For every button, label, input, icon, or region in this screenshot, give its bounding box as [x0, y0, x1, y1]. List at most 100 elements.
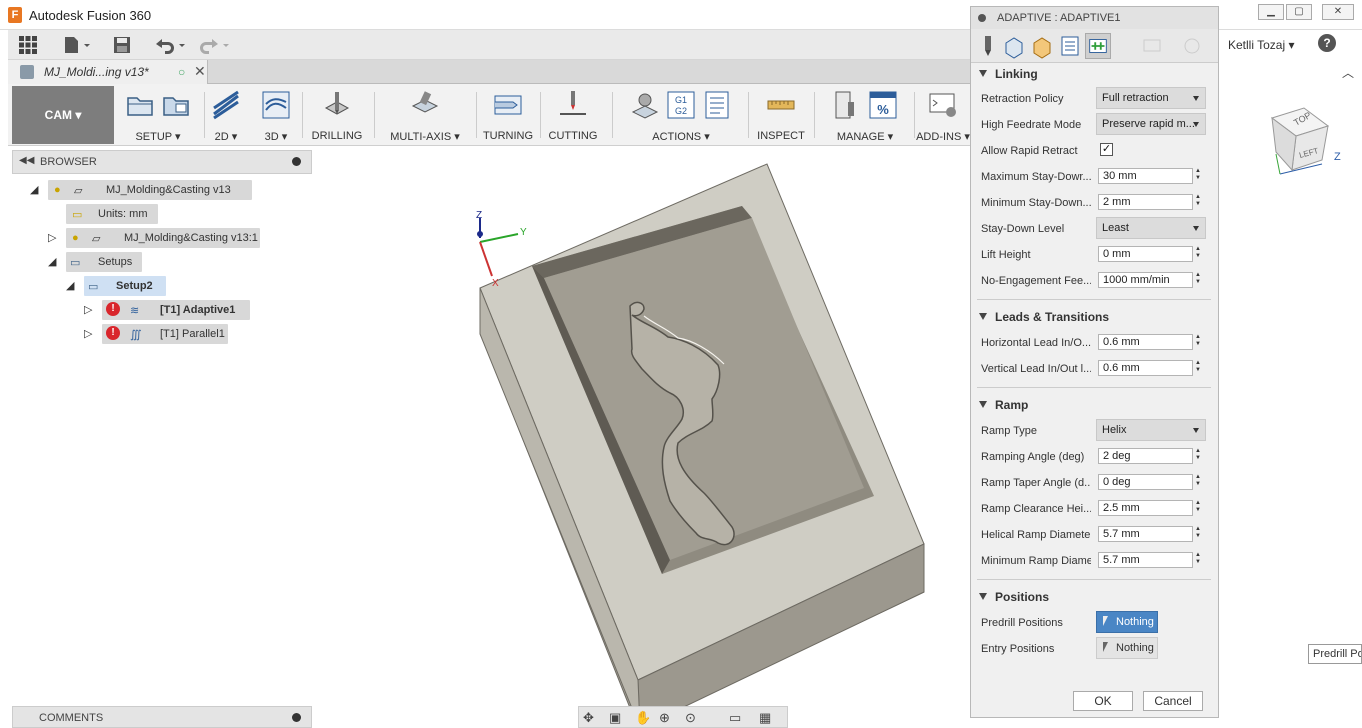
tab-passes-icon[interactable] — [1057, 33, 1083, 59]
tree-label: [T1] Adaptive1 — [160, 304, 236, 316]
section-positions[interactable]: Positions — [979, 590, 1049, 604]
tree-node-setups[interactable]: ◢ ▭ Setups — [48, 252, 168, 272]
close-window-button[interactable]: ✕ — [1322, 4, 1354, 20]
browser-header[interactable]: ◀◀ BROWSER — [12, 150, 312, 174]
entry-positions-selector[interactable]: Nothing — [1096, 637, 1158, 659]
help-icon[interactable]: ? — [1318, 34, 1336, 52]
file-menu-icon[interactable] — [62, 35, 92, 55]
high-feedrate-mode-select[interactable]: Preserve rapid m... — [1096, 113, 1206, 135]
cutting-group[interactable]: CUTTING — [544, 88, 602, 142]
ramping-angle-spinner[interactable]: ▲ ▼ — [1194, 448, 1202, 464]
high-feedrate-mode-value: Preserve rapid m... — [1102, 118, 1195, 130]
3d-viewport[interactable]: Z Y X — [312, 146, 970, 728]
multi-axis-group[interactable]: MULTI-AXIS ▾ — [380, 88, 470, 143]
allow-rapid-retract-checkbox[interactable]: ✓ — [1100, 143, 1113, 156]
tab-geometry-icon[interactable] — [1001, 33, 1027, 59]
pan-icon[interactable]: ✋ — [635, 710, 651, 726]
drilling-group[interactable]: DRILLING — [306, 88, 368, 142]
2d-group[interactable]: 2D ▾ — [206, 88, 246, 143]
vertical-lead-input[interactable]: 0.6 mm — [1098, 360, 1193, 376]
dialog-pin-icon[interactable] — [978, 14, 986, 22]
expand-arrow-icon[interactable]: ◢ — [48, 255, 56, 268]
horizontal-lead-spinner[interactable]: ▲ ▼ — [1194, 334, 1202, 350]
min-ramp-diameter-input[interactable]: 5.7 mm — [1098, 552, 1193, 568]
tree-node-units[interactable]: ▭ Units: mm — [66, 204, 166, 224]
tree-node-document[interactable]: ◢ ● ▱ MJ_Molding&Casting v13 — [30, 180, 260, 200]
stay-down-level-select[interactable]: Least — [1096, 217, 1206, 239]
tree-node-adaptive1[interactable]: ▷ ! ≋ [T1] Adaptive1 — [84, 300, 264, 320]
grid-settings-icon[interactable]: ▦ — [759, 710, 771, 726]
section-linking[interactable]: Linking — [979, 67, 1038, 81]
section-leads[interactable]: Leads & Transitions — [979, 310, 1109, 324]
undo-icon[interactable] — [152, 35, 188, 55]
lift-height-input[interactable]: 0 mm — [1098, 246, 1193, 262]
tab-heights-icon[interactable] — [1029, 33, 1055, 59]
max-stay-down-input[interactable]: 30 mm — [1098, 168, 1193, 184]
comments-bar[interactable]: COMMENTS — [12, 706, 312, 728]
lightbulb-icon[interactable]: ● — [72, 232, 79, 244]
dialog-header[interactable]: ADAPTIVE : ADAPTIVE1 — [971, 7, 1218, 29]
ramp-taper-angle-label: Ramp Taper Angle (d... — [981, 477, 1091, 489]
predrill-positions-selector[interactable]: Nothing — [1096, 611, 1158, 633]
collapse-panel-icon[interactable]: ◀◀ — [19, 155, 34, 166]
maximize-button[interactable]: ▢ — [1286, 4, 1312, 20]
view-cube[interactable]: TOP LEFT Z — [1262, 104, 1342, 184]
tree-node-component[interactable]: ▷ ● ▱ MJ_Molding&Casting v13:1 — [48, 228, 278, 248]
ramp-clearance-input[interactable]: 2.5 mm — [1098, 500, 1193, 516]
horizontal-lead-input[interactable]: 0.6 mm — [1098, 334, 1193, 350]
inspect-group[interactable]: INSPECT — [754, 88, 808, 142]
ramp-taper-angle-spinner[interactable]: ▲ ▼ — [1194, 474, 1202, 490]
min-stay-down-spinner[interactable]: ▲ ▼ — [1194, 194, 1202, 210]
retraction-policy-select[interactable]: Full retraction — [1096, 87, 1206, 109]
user-menu[interactable]: Ketlli Tozaj ▾ — [1228, 38, 1295, 52]
lift-height-spinner[interactable]: ▲ ▼ — [1194, 246, 1202, 262]
expand-arrow-icon[interactable]: ▷ — [84, 303, 92, 316]
helical-ramp-diameter-input[interactable]: 5.7 mm — [1098, 526, 1193, 542]
tab-linking-icon[interactable] — [1085, 33, 1111, 59]
ramp-taper-angle-input[interactable]: 0 deg — [1098, 474, 1193, 490]
browser-minimize-icon[interactable] — [292, 157, 301, 166]
3d-group[interactable]: 3D ▾ — [254, 88, 298, 143]
lightbulb-icon[interactable]: ● — [54, 184, 61, 196]
expand-arrow-icon[interactable]: ▷ — [84, 327, 92, 340]
min-ramp-diameter-spinner[interactable]: ▲ ▼ — [1194, 552, 1202, 568]
actions-group[interactable]: G1 G2 ACTIONS ▾ — [618, 88, 744, 143]
tab-tool-icon[interactable] — [975, 33, 1001, 59]
expand-arrow-icon[interactable]: ◢ — [30, 183, 38, 196]
fit-icon[interactable]: ⊙ — [685, 710, 696, 726]
turning-group[interactable]: TURNING ▾ — [480, 88, 536, 155]
document-name: MJ_Moldi...ing v13* — [44, 65, 149, 79]
helical-ramp-diameter-spinner[interactable]: ▲ ▼ — [1194, 526, 1202, 542]
add-comment-icon[interactable] — [292, 713, 301, 722]
section-ramp[interactable]: Ramp — [979, 398, 1028, 412]
ramping-angle-input[interactable]: 2 deg — [1098, 448, 1193, 464]
workspace-switcher[interactable]: CAM ▾ — [12, 86, 114, 144]
apps-grid-icon[interactable] — [18, 35, 38, 55]
look-at-icon[interactable]: ▣ — [609, 710, 621, 726]
cancel-button[interactable]: Cancel — [1143, 691, 1203, 711]
expand-arrow-icon[interactable]: ◢ — [66, 279, 74, 292]
redo-icon[interactable] — [198, 35, 234, 55]
add-ins-group[interactable]: ADD-INS ▾ — [916, 88, 970, 143]
setup-group[interactable]: SETUP ▾ — [116, 88, 200, 143]
max-stay-down-spinner[interactable]: ▲ ▼ — [1194, 168, 1202, 184]
vertical-lead-spinner[interactable]: ▲ ▼ — [1194, 360, 1202, 376]
no-engagement-feed-spinner[interactable]: ▲ ▼ — [1194, 272, 1202, 288]
tree-node-setup2[interactable]: ◢ ▭ Setup2 — [66, 276, 186, 296]
save-icon[interactable] — [112, 35, 132, 55]
manage-group[interactable]: % MANAGE ▾ — [820, 88, 910, 143]
tree-node-parallel1[interactable]: ▷ ! ∭ [T1] Parallel1 — [84, 324, 264, 344]
zoom-icon[interactable]: ⊕ — [659, 710, 670, 726]
min-stay-down-input[interactable]: 2 mm — [1098, 194, 1193, 210]
display-settings-icon[interactable]: ▭ — [729, 710, 741, 726]
ok-button[interactable]: OK — [1073, 691, 1133, 711]
orbit-icon[interactable]: ✥ — [583, 710, 594, 726]
expand-arrow-icon[interactable]: ▷ — [48, 231, 56, 244]
collapse-toolbar-icon[interactable]: ︿ — [1342, 64, 1354, 81]
minimize-button[interactable]: ▁ — [1258, 4, 1284, 20]
ramp-type-select[interactable]: Helix — [1096, 419, 1206, 441]
ramp-clearance-spinner[interactable]: ▲ ▼ — [1194, 500, 1202, 516]
no-engagement-feed-input[interactable]: 1000 mm/min — [1098, 272, 1193, 288]
document-tab[interactable]: MJ_Moldi...ing v13* ○ ✕ — [8, 60, 208, 84]
close-tab-icon[interactable]: ✕ — [194, 63, 206, 80]
